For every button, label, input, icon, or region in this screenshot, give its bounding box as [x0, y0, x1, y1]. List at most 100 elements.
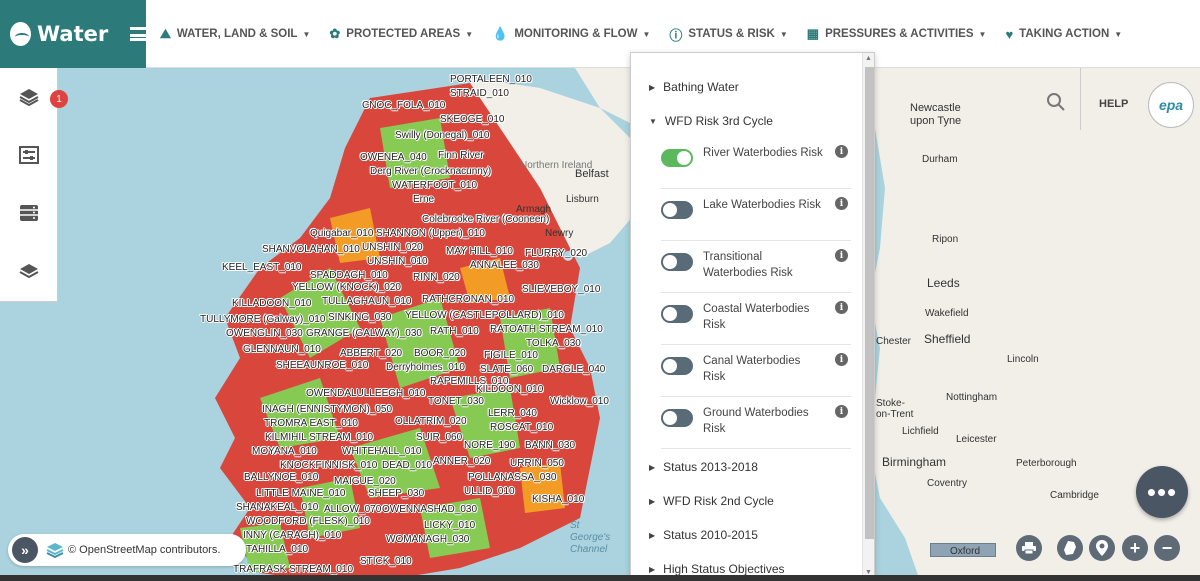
nav-pressures-activities[interactable]: ▦ PRESSURES & ACTIVITIES ▼	[807, 26, 987, 42]
place-label: Stoke-on-Trent	[876, 398, 914, 420]
section-bathing-water[interactable]: ▶ Bathing Water	[649, 80, 739, 94]
map-label: ANNALEE_030	[470, 260, 539, 271]
panel-scrollbar[interactable]: ▲ ▼	[862, 53, 874, 580]
map-label: NORE_190	[464, 440, 516, 451]
map-stack-icon	[19, 264, 38, 279]
map-label: Erne	[413, 194, 435, 205]
section-status-2013-2018[interactable]: ▶ Status 2013-2018	[649, 460, 758, 474]
nav-water-land-soil[interactable]: ⛰ WATER, LAND & SOIL ▼	[160, 26, 310, 42]
map-view[interactable]: PORTALEEN_010 STRAID_010 CNOC_FOLA_010 S…	[0, 68, 1200, 581]
place-label: Oxford	[950, 546, 981, 557]
layers-icon	[19, 89, 38, 106]
scrollbar-thumb[interactable]	[865, 67, 874, 539]
sea-label: St George's Channel	[570, 520, 611, 555]
map-label: TONET_030	[428, 396, 484, 407]
epa-logo[interactable]: epa	[1148, 82, 1194, 128]
nav-status-risk[interactable]: ⓘ STATUS & RISK ▼	[669, 25, 787, 44]
map-label: INAGH (ENNISTYMON)_050	[262, 404, 393, 415]
layer-label: Ground Waterbodies Risk	[703, 407, 809, 435]
zoom-out-button[interactable]: −	[1154, 535, 1180, 561]
map-label: LICKY_010	[424, 520, 476, 531]
section-status-2010-2015[interactable]: ▶ Status 2010-2015	[649, 528, 758, 542]
toggle-river-risk[interactable]	[661, 149, 693, 167]
filters-tool[interactable]	[0, 126, 57, 184]
info-icon[interactable]: i	[835, 145, 848, 158]
protected-areas-icon: ✿	[329, 26, 341, 41]
layer-ground-risk: Ground Waterbodies Risk i	[661, 401, 851, 449]
toggle-lake-risk[interactable]	[661, 201, 693, 219]
layers-tool[interactable]: 1	[0, 68, 68, 126]
expand-button[interactable]: »	[12, 537, 38, 563]
map-label: RATH_010	[430, 326, 479, 337]
section-label: WFD Risk 2nd Cycle	[663, 494, 774, 508]
basemap-tool[interactable]	[0, 242, 57, 300]
nav-protected-areas[interactable]: ✿ PROTECTED AREAS ▼	[329, 26, 473, 42]
info-icon[interactable]: i	[835, 197, 848, 210]
map-label: POLLANASSA_030	[468, 472, 557, 483]
section-label: Status 2013-2018	[663, 460, 758, 474]
layer-label: Coastal Waterbodies Risk	[703, 303, 810, 331]
map-label: SPADDAGH_010	[310, 270, 388, 281]
map-label: Wicklow_010	[550, 396, 609, 407]
print-button[interactable]	[1016, 535, 1042, 561]
caret-down-icon: ▼	[302, 29, 311, 39]
section-wfd-risk-3rd-cycle[interactable]: ▼ WFD Risk 3rd Cycle	[649, 114, 773, 128]
map-label: WOODFORD (FLESK)_010	[246, 516, 370, 527]
location-pin-icon	[1096, 540, 1108, 556]
map-label: WATERFOOT_010	[392, 180, 478, 191]
hamburger-menu-icon[interactable]	[130, 27, 148, 41]
search-icon[interactable]	[1046, 92, 1066, 112]
info-icon[interactable]: i	[835, 301, 848, 314]
toggle-coastal-risk[interactable]	[661, 305, 693, 323]
map-label: DEAD_010	[382, 460, 433, 471]
info-icon[interactable]: i	[835, 353, 848, 366]
toggle-ground-risk[interactable]	[661, 409, 693, 427]
help-link[interactable]: HELP	[1099, 98, 1128, 110]
section-label: Bathing Water	[663, 80, 739, 94]
toggle-canal-risk[interactable]	[661, 357, 693, 375]
ireland-extent-button[interactable]	[1057, 535, 1083, 561]
map-label: KILLADOON_010	[232, 298, 312, 309]
map-label: KNOCKFINNISK_010	[280, 460, 378, 471]
map-label: SLIEVEBOY_010	[522, 284, 601, 295]
nav-monitoring-flow[interactable]: 💧 MONITORING & FLOW ▼	[492, 26, 650, 42]
map-label: RATOATH STREAM_010	[490, 324, 603, 335]
place-label: Leeds	[927, 276, 960, 290]
map-label: KEEL_EAST_010	[222, 262, 302, 273]
map-label: Derryholmes_010	[386, 362, 465, 373]
nav-label: STATUS & RISK	[688, 28, 775, 40]
caret-right-icon: ▶	[649, 564, 656, 574]
attribution-text[interactable]: © OpenStreetMap contributors.	[68, 544, 220, 556]
caret-down-icon: ▼	[779, 29, 788, 39]
place-label: Nottingham	[946, 392, 998, 403]
toggle-knob	[663, 203, 677, 217]
place-label: Chester	[876, 336, 912, 347]
caret-right-icon: ▶	[649, 82, 656, 92]
layer-label: Canal Waterbodies Risk	[703, 355, 801, 383]
nav-taking-action[interactable]: ♥ TAKING ACTION ▼	[1005, 27, 1122, 42]
section-high-status-objectives[interactable]: ▶ High Status Objectives	[649, 562, 785, 576]
map-label: GRANGE (GALWAY)_030	[306, 328, 422, 339]
map-label: Colebrooke River (Cooneen)	[422, 214, 550, 225]
sliders-icon	[18, 146, 39, 164]
scroll-up-icon[interactable]: ▲	[865, 55, 872, 62]
toggle-knob	[663, 255, 677, 269]
basemap-layers-icon[interactable]	[46, 542, 64, 558]
map-label: SHANNON (Upper)_010	[376, 228, 485, 239]
info-icon[interactable]: i	[835, 249, 848, 262]
more-options-button[interactable]: •••	[1136, 466, 1188, 518]
map-label: MAY HILL_010	[446, 246, 513, 257]
section-wfd-risk-2nd-cycle[interactable]: ▶ WFD Risk 2nd Cycle	[649, 494, 774, 508]
map-label: SKEOGE_010	[440, 114, 505, 125]
left-toolbar: 1	[0, 68, 68, 302]
map-label: CNOC_FOLA_010	[362, 100, 446, 111]
toggle-transitional-risk[interactable]	[661, 253, 693, 271]
map-label: SHANAKEAL_010	[236, 502, 319, 513]
info-icon[interactable]: i	[835, 405, 848, 418]
zoom-in-button[interactable]: +	[1122, 535, 1148, 561]
layers-count-badge: 1	[50, 90, 68, 108]
data-tool[interactable]	[0, 184, 57, 242]
locate-button[interactable]	[1089, 535, 1115, 561]
map-label: BOOR_020	[414, 348, 466, 359]
map-label: PORTALEEN_010	[450, 74, 532, 85]
